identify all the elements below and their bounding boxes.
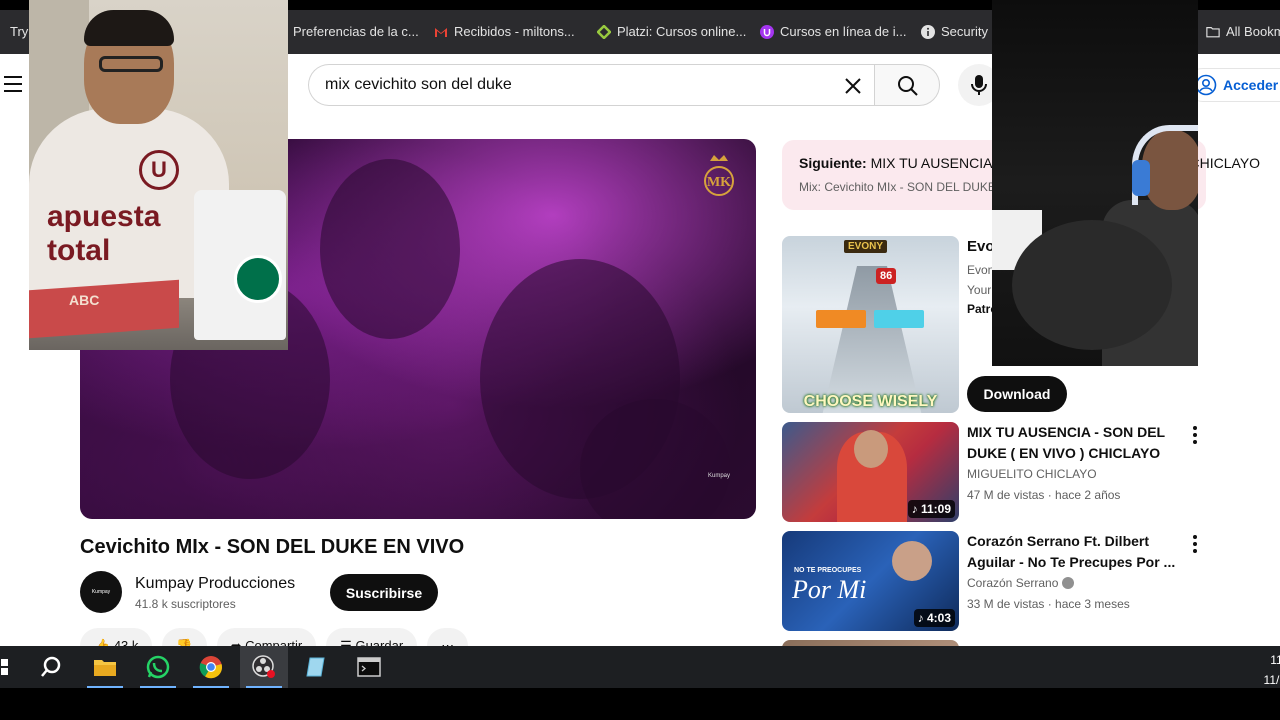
video-title[interactable]: MIX TU AUSENCIA - SON DEL DUKE ( EN VIVO… <box>967 422 1187 464</box>
search-icon <box>898 76 918 96</box>
save-label: Guardar <box>355 638 404 646</box>
share-button[interactable]: ➦ Compartir <box>216 628 317 646</box>
taskbar-search[interactable] <box>27 646 75 688</box>
udemy-icon <box>760 24 774 39</box>
bookmark-label: All Bookm <box>1226 24 1280 39</box>
chrome-icon <box>199 656 223 679</box>
taskbar-notepad[interactable] <box>292 646 340 688</box>
bookmark-label: Platzi: Cursos online... <box>617 24 747 39</box>
verified-icon <box>1061 577 1074 589</box>
search-button[interactable] <box>874 64 940 106</box>
bookmark-try[interactable]: Try <box>10 24 28 39</box>
subscribe-label: Suscribirse <box>345 584 423 601</box>
signin-button[interactable]: Acceder <box>1186 68 1280 102</box>
ad-description: Your <box>967 283 992 297</box>
taskbar-terminal[interactable] <box>345 646 393 688</box>
start-button[interactable] <box>0 646 24 688</box>
avatar-text: Kumpay <box>91 589 111 595</box>
taskbar-file-explorer[interactable] <box>81 646 129 688</box>
terminal-icon <box>357 657 381 677</box>
download-button[interactable]: Download <box>967 376 1067 412</box>
taskbar-chrome[interactable] <box>187 646 235 688</box>
like-count: 43 k <box>113 638 139 646</box>
close-icon[interactable] <box>842 75 864 97</box>
duration-badge: ♪ 4:03 <box>913 609 955 627</box>
video-meta: 33 M de vistas · hace 3 meses <box>967 597 1130 611</box>
player-watermark: Kumpay <box>707 473 730 479</box>
video-title: Cevichito MIx - SON DEL DUKE EN VIVO <box>80 536 465 558</box>
info-icon <box>921 24 935 39</box>
platzi-icon <box>597 24 611 39</box>
webcam-overlay-right <box>992 0 1198 366</box>
more-options-icon[interactable] <box>1192 535 1198 553</box>
taskbar-whatsapp[interactable] <box>134 646 182 688</box>
taskbar: 11: 11/2 <box>0 646 1280 688</box>
bookmark-label: Security <box>941 24 988 39</box>
channel-name[interactable]: Corazón Serrano <box>967 576 1074 590</box>
taskbar-obs[interactable] <box>240 646 288 688</box>
search-icon <box>41 656 61 677</box>
avatar[interactable]: Kumpay <box>80 571 122 613</box>
signin-label: Acceder <box>1223 77 1279 93</box>
ad-brand: EVONY <box>844 240 888 253</box>
channel-name[interactable]: MIGUELITO CHICLAYO <box>967 467 1097 481</box>
video-thumbnail[interactable]: ♪ 11:09 <box>782 422 959 522</box>
gmail-icon <box>435 27 447 37</box>
starbucks-logo <box>234 255 282 303</box>
channel-watermark-logo: MK <box>704 155 734 196</box>
bookmark-label: Recibidos - miltons... <box>454 24 575 39</box>
search-query: mix cevichito son del duke <box>325 76 512 93</box>
clock-date: 11/2 <box>1263 673 1280 687</box>
folder-icon <box>1206 26 1220 37</box>
subscriber-count: 41.8 k suscriptores <box>135 597 236 611</box>
account-icon <box>1195 74 1217 96</box>
channel-name[interactable]: Kumpay Producciones <box>135 575 295 593</box>
bookmark-all[interactable]: All Bookm <box>1206 24 1280 39</box>
bookmark-platzi[interactable]: Platzi: Cursos online... <box>597 24 746 39</box>
microphone-icon <box>971 75 987 95</box>
bookmark-label: Try <box>10 24 29 39</box>
video-actions: 👍 43 k 👎 ➦ Compartir ☰ Guardar ⋯ <box>80 628 469 646</box>
search-input[interactable]: mix cevichito son del duke <box>308 64 874 106</box>
bookmark-label: Cursos en línea de i... <box>780 24 907 39</box>
bookmark-cursos[interactable]: Cursos en línea de i... <box>760 24 906 39</box>
subscribe-button[interactable]: Suscribirse <box>330 574 438 611</box>
menu-icon[interactable] <box>4 76 22 92</box>
video-meta: 47 M de vistas · hace 2 años <box>967 488 1121 502</box>
bookmark-preferencias[interactable]: Preferencias de la c... <box>293 24 419 39</box>
duration-badge: ♪ 11:09 <box>907 500 955 518</box>
svg-text:MK: MK <box>707 175 731 190</box>
ad-thumbnail[interactable]: EVONY 86 CHOOSE WISELY <box>782 236 959 413</box>
dislike-button[interactable]: 👎 <box>162 628 207 646</box>
list-item[interactable]: ♪ 11:09 MIX TU AUSENCIA - SON DEL DUKE (… <box>782 422 1212 522</box>
more-options-icon[interactable] <box>1192 426 1198 444</box>
folder-icon <box>94 660 116 676</box>
list-item[interactable]: NO TE PREOCUPES Por Mi ♪ 4:03 Corazón Se… <box>782 531 1212 631</box>
whatsapp-icon <box>146 655 170 679</box>
bookmark-gmail[interactable]: Recibidos - miltons... <box>434 24 575 39</box>
ad-number: 86 <box>876 268 897 284</box>
obs-icon <box>252 655 275 678</box>
bookmark-label: Preferencias de la c... <box>293 24 419 39</box>
video-thumbnail[interactable]: NO TE PREOCUPES Por Mi ♪ 4:03 <box>782 531 959 631</box>
ad-caption: CHOOSE WISELY <box>803 393 938 410</box>
windows-icon <box>1 659 8 675</box>
download-label: Download <box>983 386 1051 402</box>
up-next-label: Siguiente: <box>799 155 867 171</box>
video-title[interactable]: Corazón Serrano Ft. Dilbert Aguilar - No… <box>967 531 1187 573</box>
clock-time: 11: <box>1270 653 1280 667</box>
share-label: Compartir <box>245 638 303 646</box>
notepad-icon <box>306 657 325 677</box>
like-button[interactable]: 👍 43 k <box>80 628 153 646</box>
save-button[interactable]: ☰ Guardar <box>326 628 418 646</box>
bookmark-security[interactable]: Security <box>921 24 988 39</box>
more-actions-button[interactable]: ⋯ <box>427 628 469 646</box>
webcam-overlay-left: U apuesta total ABC <box>29 0 288 350</box>
system-clock[interactable]: 11: 11/2 <box>1264 650 1280 690</box>
